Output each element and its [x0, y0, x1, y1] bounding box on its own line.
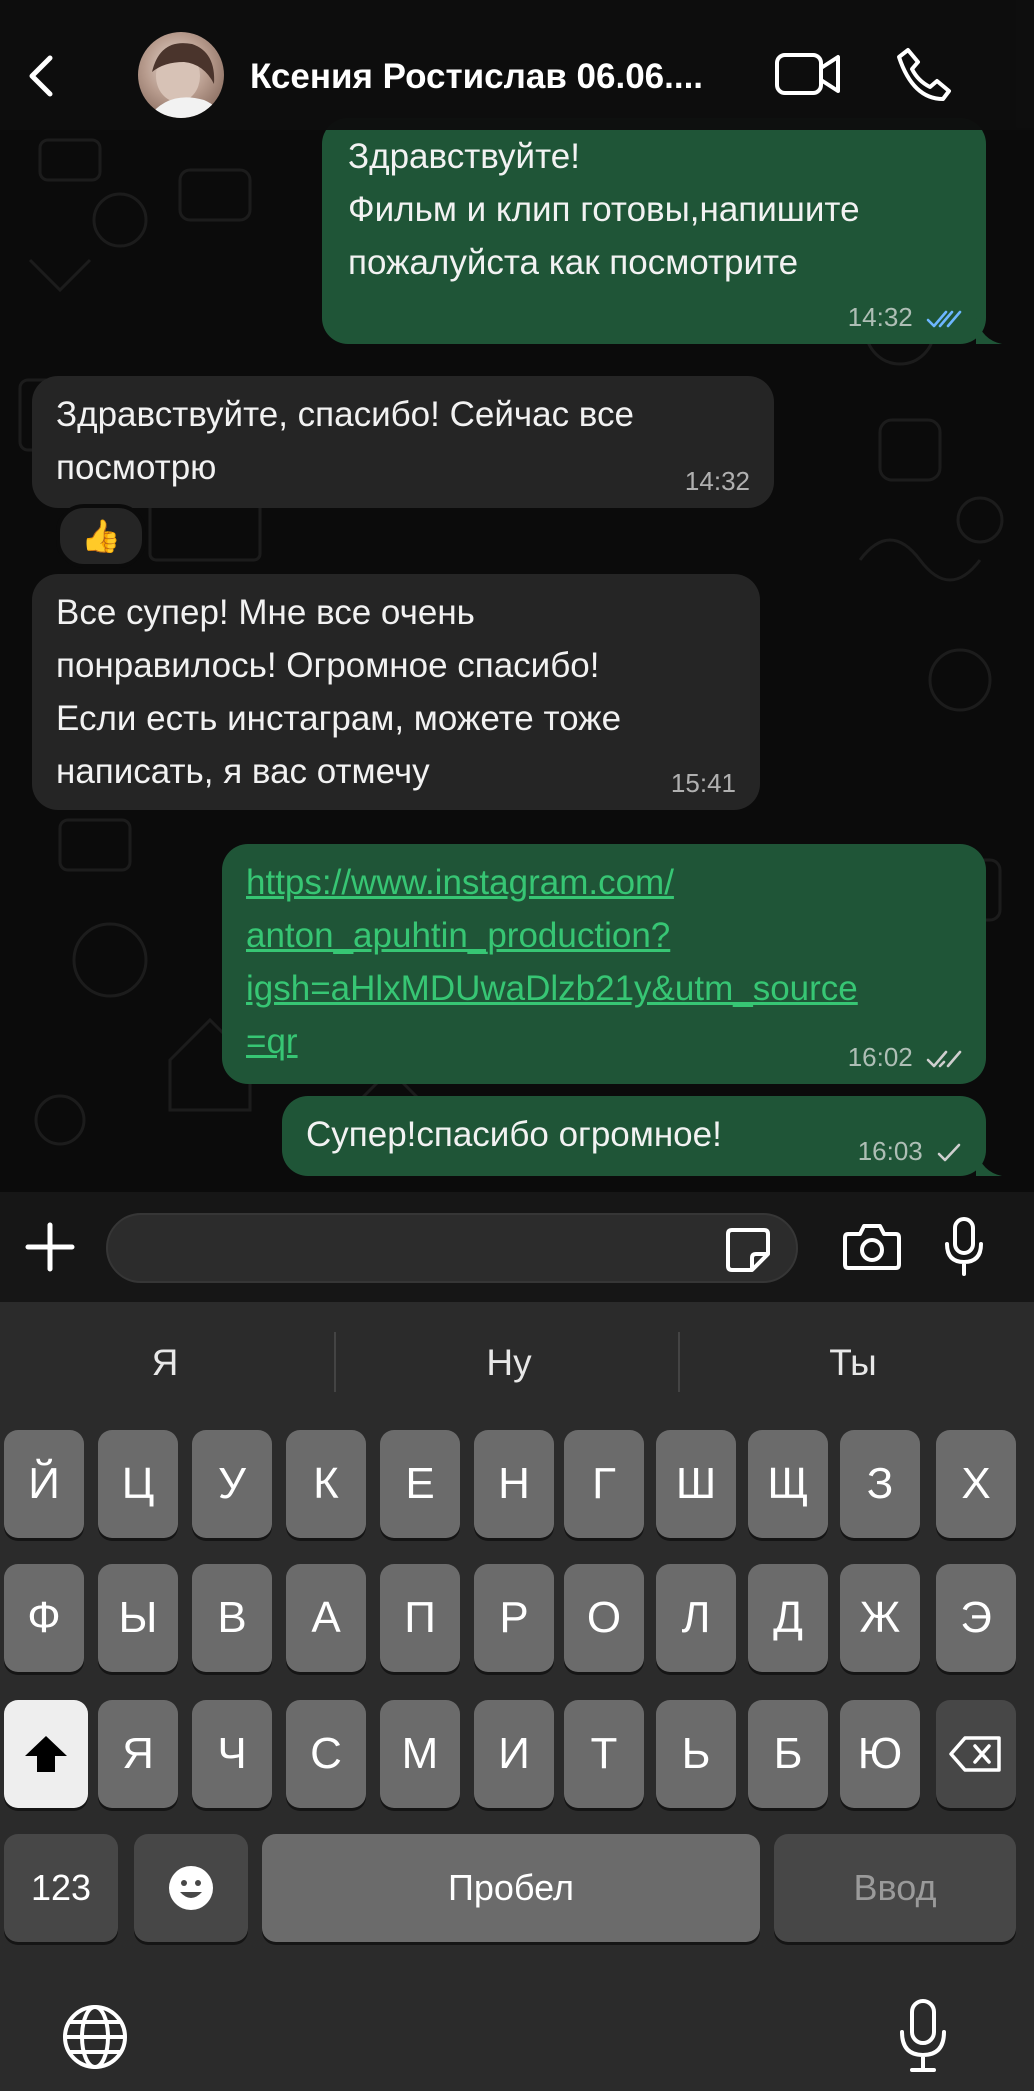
shift-arrow-icon [25, 1736, 67, 1772]
dictation-microphone-icon[interactable] [898, 1998, 948, 2074]
contact-name[interactable]: Ксения Ростислав 06.06.... [250, 52, 760, 102]
message-meta: 16:03 [858, 1136, 962, 1166]
chat-header: Ксения Ростислав 06.06.... [0, 0, 1034, 130]
key-в[interactable]: В [192, 1564, 272, 1672]
message-composer [0, 1192, 1034, 1302]
read-receipt-icon [926, 310, 962, 328]
key-о[interactable]: О [564, 1564, 644, 1672]
key-ф[interactable]: Ф [4, 1564, 84, 1672]
key-з[interactable]: З [840, 1430, 920, 1538]
message-text: Здравствуйте, спасибо! Сейчас все посмот… [56, 395, 634, 487]
message-input[interactable] [106, 1213, 798, 1283]
key-м[interactable]: М [380, 1700, 460, 1808]
phone-icon[interactable] [894, 44, 954, 104]
key-ы[interactable]: Ы [98, 1564, 178, 1672]
key-э[interactable]: Э [936, 1564, 1016, 1672]
message-meta: 14:32 [848, 302, 962, 332]
suggestion-item[interactable]: Ты [688, 1326, 1018, 1400]
emoji-icon [169, 1866, 213, 1910]
suggestion-bar: Я Ну Ты [0, 1302, 1034, 1424]
message-text: Здравствуйте! Фильм и клип готовы,напиши… [348, 137, 860, 282]
thumbs-up-icon: 👍 [81, 518, 121, 554]
avatar-photo-icon [148, 43, 224, 118]
emoji-key[interactable] [134, 1834, 248, 1942]
shift-key[interactable] [4, 1700, 88, 1808]
key-ц[interactable]: Ц [98, 1430, 178, 1538]
enter-key[interactable]: Ввод [774, 1834, 1016, 1942]
message-time: 14:32 [684, 466, 750, 496]
back-chevron-icon[interactable] [18, 44, 64, 108]
backspace-icon [949, 1736, 1001, 1772]
plus-icon[interactable] [22, 1219, 78, 1275]
key-ж[interactable]: Ж [840, 1564, 920, 1672]
key-я[interactable]: Я [98, 1700, 178, 1808]
backspace-key[interactable] [936, 1700, 1016, 1808]
space-key[interactable]: Пробел [262, 1834, 760, 1942]
key-ь[interactable]: Ь [656, 1700, 736, 1808]
key-ч[interactable]: Ч [192, 1700, 272, 1808]
microphone-icon[interactable] [944, 1216, 984, 1278]
key-л[interactable]: Л [656, 1564, 736, 1672]
key-у[interactable]: У [192, 1430, 272, 1538]
onscreen-keyboard: Я Ну Ты Й Ц У К Е Н Г Ш Щ З Х Ф Ы В А П … [0, 1302, 1034, 2091]
key-р[interactable]: Р [474, 1564, 554, 1672]
message-bubble-outgoing[interactable]: Здравствуйте! Фильм и клип готовы,напиши… [322, 118, 986, 344]
message-time: 16:03 [857, 1136, 923, 1166]
key-н[interactable]: Н [474, 1430, 554, 1538]
key-и[interactable]: И [474, 1700, 554, 1808]
key-е[interactable]: Е [380, 1430, 460, 1538]
key-а[interactable]: А [286, 1564, 366, 1672]
message-bubble-incoming[interactable]: Все супер! Мне все очень понравилось! Ог… [32, 574, 760, 810]
suggestion-divider [678, 1332, 680, 1392]
chat-area: Здравствуйте! Фильм и клип готовы,напиши… [0, 0, 1034, 1192]
suggestion-item[interactable]: Я [0, 1326, 330, 1400]
message-text: Все супер! Мне все очень понравилось! Ог… [56, 593, 622, 791]
key-д[interactable]: Д [748, 1564, 828, 1672]
key-й[interactable]: Й [4, 1430, 84, 1538]
delivered-receipt-icon [926, 1050, 962, 1068]
reaction-badge[interactable]: 👍 [56, 504, 146, 568]
suggestion-divider [334, 1332, 336, 1392]
key-т[interactable]: Т [564, 1700, 644, 1808]
key-с[interactable]: С [286, 1700, 366, 1808]
message-meta: 16:02 [848, 1042, 962, 1072]
bubble-tail [976, 1150, 1002, 1176]
sticker-icon[interactable] [724, 1226, 772, 1274]
message-bubble-outgoing[interactable]: https://www.instagram.com/ anton_apuhtin… [222, 844, 986, 1084]
key-ш[interactable]: Ш [656, 1430, 736, 1538]
camera-icon[interactable] [842, 1220, 902, 1272]
numbers-key[interactable]: 123 [4, 1834, 118, 1942]
message-bubble-outgoing[interactable]: Супер!спасибо огромное! 16:03 [282, 1096, 986, 1176]
message-time: 14:32 [847, 302, 913, 332]
bubble-tail [976, 318, 1002, 344]
suggestion-item[interactable]: Ну [344, 1326, 674, 1400]
message-time: 16:02 [847, 1042, 913, 1072]
globe-icon[interactable] [60, 2002, 130, 2072]
key-г[interactable]: Г [564, 1430, 644, 1538]
message-time: 15:41 [670, 768, 736, 798]
key-щ[interactable]: Щ [748, 1430, 828, 1538]
key-п[interactable]: П [380, 1564, 460, 1672]
instagram-link[interactable]: https://www.instagram.com/ anton_apuhtin… [246, 856, 964, 1068]
video-call-icon[interactable] [774, 48, 842, 100]
message-bubble-incoming[interactable]: Здравствуйте, спасибо! Сейчас все посмот… [32, 376, 774, 508]
key-ю[interactable]: Ю [840, 1700, 920, 1808]
message-meta: 14:32 [685, 466, 750, 496]
message-meta: 15:41 [671, 768, 736, 798]
key-к[interactable]: К [286, 1430, 366, 1538]
sent-check-icon [937, 1143, 961, 1162]
key-б[interactable]: Б [748, 1700, 828, 1808]
key-х[interactable]: Х [936, 1430, 1016, 1538]
contact-avatar[interactable] [138, 32, 224, 118]
